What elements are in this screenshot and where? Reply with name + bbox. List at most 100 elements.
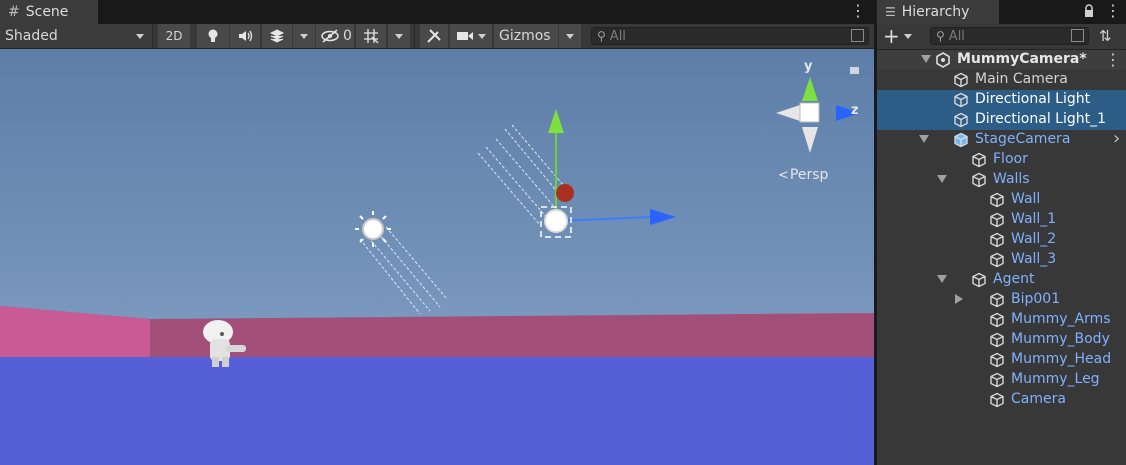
hierarchy-item-label: Agent	[993, 271, 1035, 287]
hierarchy-toolbar: + ⚲ All ⇅	[877, 24, 1126, 50]
scene-row-menu-icon[interactable]: ⋮	[1105, 50, 1121, 69]
camera-settings-button[interactable]	[450, 24, 492, 48]
hierarchy-tab-label: Hierarchy	[901, 4, 970, 20]
prefab-cube-icon	[990, 212, 1004, 228]
chevron-right-icon[interactable]: ›	[1113, 128, 1120, 149]
hierarchy-item-label: Floor	[993, 151, 1028, 167]
axis-z-label: z	[851, 103, 859, 118]
prefab-cube-icon	[972, 272, 986, 288]
scene-search-field[interactable]: ⚲ All	[591, 27, 869, 45]
gizmos-dropdown[interactable]	[559, 24, 581, 48]
scene-header-row[interactable]: MummyCamera* ⋮	[877, 50, 1126, 70]
directional-light-icon	[355, 211, 391, 247]
hierarchy-item-mummy-arms[interactable]: Mummy_Arms	[877, 310, 1126, 330]
gameobject-cube-icon	[954, 112, 968, 128]
perspective-icon: <	[778, 167, 789, 183]
hierarchy-item-bip001[interactable]: Bip001	[877, 290, 1126, 310]
prefab-cube-icon	[990, 252, 1004, 268]
grid-snap-button[interactable]	[356, 24, 386, 48]
hierarchy-item-label: Bip001	[1011, 291, 1061, 307]
grid-snap-icon	[364, 29, 379, 44]
gizmos-button[interactable]: Gizmos	[494, 24, 558, 48]
lock-icon[interactable]	[1083, 4, 1095, 20]
prefab-cube-icon	[990, 232, 1004, 248]
shading-mode-dropdown[interactable]: Shaded	[0, 24, 152, 48]
hierarchy-search-field[interactable]: ⚲ All	[930, 27, 1089, 45]
effects-toggle-button[interactable]	[262, 24, 292, 48]
collapse-arrow-icon[interactable]	[955, 294, 963, 304]
scene-viewport[interactable]: y z < Persp	[0, 49, 874, 465]
search-options-icon[interactable]	[1071, 29, 1084, 42]
hierarchy-item-stagecamera[interactable]: StageCamera ›	[877, 128, 1126, 150]
prefab-cube-icon	[990, 372, 1004, 388]
toggle-2d-button[interactable]: 2D	[158, 24, 190, 48]
hierarchy-tab[interactable]: ☰ Hierarchy	[877, 0, 999, 24]
hierarchy-item-walls[interactable]: Walls	[877, 170, 1126, 190]
hierarchy-item-label: Directional Light_1	[975, 111, 1107, 127]
audio-toggle-button[interactable]	[230, 24, 260, 48]
hierarchy-item-main-camera[interactable]: Main Camera	[877, 70, 1126, 90]
gameobject-cube-icon	[954, 92, 968, 108]
expand-arrow-icon[interactable]	[937, 275, 947, 283]
hierarchy-item-wall-3[interactable]: Wall_3	[877, 250, 1126, 270]
hierarchy-item-floor[interactable]: Floor	[877, 150, 1126, 170]
hierarchy-item-label: Wall_2	[1011, 231, 1057, 247]
sort-icon[interactable]: ⇅	[1099, 27, 1119, 45]
hidden-count: 0	[343, 28, 352, 44]
hidden-objects-toggle[interactable]: 0	[316, 24, 354, 48]
left-wall	[0, 306, 150, 359]
hierarchy-item-mummy-leg[interactable]: Mummy_Leg	[877, 370, 1126, 390]
hierarchy-more-menu-icon[interactable]: ⋮	[1105, 2, 1121, 22]
plus-icon: +	[883, 24, 900, 48]
hierarchy-item-agent[interactable]: Agent	[877, 270, 1126, 290]
layers-icon	[269, 29, 285, 43]
projection-toggle[interactable]: < Persp	[778, 167, 828, 183]
hierarchy-item-wall[interactable]: Wall	[877, 190, 1126, 210]
hierarchy-item-label: Directional Light	[975, 91, 1091, 107]
gameobject-cube-icon	[954, 72, 968, 88]
chevron-down-icon	[136, 34, 144, 39]
hierarchy-item-mummy-head[interactable]: Mummy_Head	[877, 350, 1126, 370]
hierarchy-item-label: Wall	[1011, 191, 1041, 207]
create-menu-button[interactable]: +	[883, 26, 917, 46]
hierarchy-item-mummy-body[interactable]: Mummy_Body	[877, 330, 1126, 350]
eye-hidden-icon	[321, 29, 339, 43]
hierarchy-item-label: Wall_3	[1011, 251, 1057, 267]
expand-arrow-icon[interactable]	[919, 135, 929, 143]
transform-gizmo	[540, 109, 676, 238]
hierarchy-item-wall-2[interactable]: Wall_2	[877, 230, 1126, 250]
hierarchy-panel: ☰ Hierarchy ⋮ + ⚲ All ⇅ MummyCamera* ⋮ M…	[876, 0, 1126, 465]
lightbulb-icon	[208, 29, 218, 42]
scene-tab-label: Scene	[25, 4, 69, 20]
tools-icon	[427, 29, 441, 43]
hierarchy-item-directional-light-1[interactable]: Directional Light_1	[877, 110, 1126, 130]
hierarchy-item-label: Camera	[1011, 391, 1066, 407]
search-options-icon[interactable]	[851, 29, 864, 42]
grid-dropdown[interactable]	[388, 24, 410, 48]
scene-more-menu-icon[interactable]: ⋮	[850, 2, 866, 22]
scene-tab[interactable]: # Scene	[0, 0, 98, 24]
chevron-down-icon	[395, 33, 403, 39]
prefab-cube-icon	[954, 132, 968, 148]
effects-dropdown[interactable]	[293, 24, 315, 48]
hierarchy-item-wall-1[interactable]: Wall_1	[877, 210, 1126, 230]
chevron-down-icon	[478, 33, 486, 39]
grid-icon: #	[8, 4, 20, 20]
chevron-down-icon	[300, 33, 308, 39]
projection-label: Persp	[789, 167, 829, 183]
hierarchy-item-directional-light[interactable]: Directional Light	[877, 90, 1126, 110]
prefab-cube-icon	[990, 352, 1004, 368]
floor	[0, 357, 874, 465]
scene-panel: # Scene ⋮ Shaded 2D 0 Gizmos ⚲ All y z <…	[0, 0, 874, 465]
expand-arrow-icon[interactable]	[921, 55, 931, 63]
hierarchy-item-camera[interactable]: Camera	[877, 390, 1126, 410]
prefab-cube-icon	[990, 312, 1004, 328]
prefab-cube-icon	[990, 392, 1004, 408]
scene-tabstrip	[0, 0, 874, 24]
expand-arrow-icon[interactable]	[937, 175, 947, 183]
light-rays-1	[359, 226, 448, 315]
tools-button[interactable]	[420, 24, 448, 48]
axis-y-label: y	[804, 59, 813, 74]
lighting-toggle-button[interactable]	[197, 24, 229, 48]
prefab-cube-icon	[972, 172, 986, 188]
